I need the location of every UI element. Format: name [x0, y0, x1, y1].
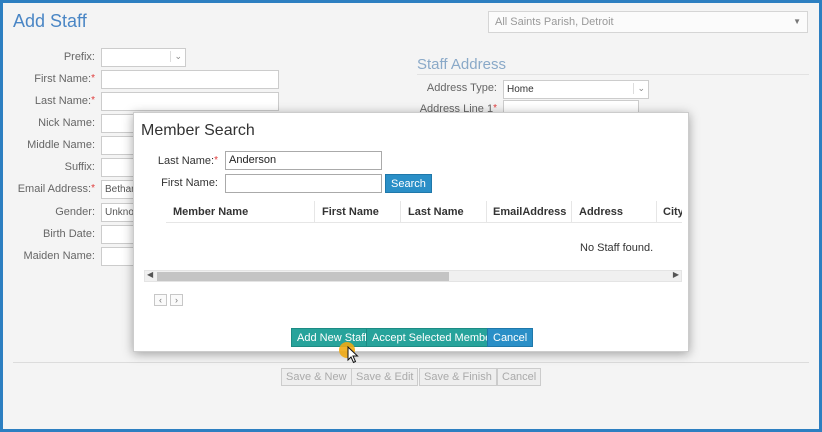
member-search-dialog: Member Search Last Name:* Anderson First…	[133, 112, 689, 352]
column-address[interactable]: Address	[579, 206, 623, 218]
address-type-value: Home	[507, 84, 534, 95]
scrollbar-thumb[interactable]	[157, 272, 449, 281]
column-separator	[400, 201, 401, 222]
parish-select[interactable]: All Saints Parish, Detroit ▼	[488, 11, 808, 33]
column-separator	[486, 201, 487, 222]
column-first-name[interactable]: First Name	[322, 206, 379, 218]
address-type-label: Address Type:	[426, 82, 497, 94]
page-title: Add Staff	[13, 11, 87, 31]
middle-name-label: Middle Name:	[27, 139, 95, 151]
search-button[interactable]: Search	[385, 174, 432, 193]
column-last-name[interactable]: Last Name	[408, 206, 464, 218]
email-label: Email Address:*	[17, 183, 95, 195]
add-new-staff-button[interactable]: Add New Staff	[291, 328, 374, 347]
results-grid-header: Member Name First Name Last Name EmailAd…	[166, 201, 682, 223]
prefix-label: Prefix:	[63, 51, 95, 63]
next-page-icon[interactable]: ›	[170, 294, 183, 306]
parish-select-value: All Saints Parish, Detroit	[495, 16, 614, 28]
dialog-cancel-button[interactable]: Cancel	[487, 328, 534, 347]
last-name-input[interactable]	[101, 92, 279, 111]
column-member-name[interactable]: Member Name	[173, 206, 248, 218]
chevron-down-icon: ⌄	[170, 51, 182, 62]
search-last-name-input[interactable]: Anderson	[225, 151, 382, 170]
column-city[interactable]: City	[663, 206, 682, 218]
mouse-pointer-icon	[347, 346, 359, 364]
save-finish-button[interactable]: Save & Finish	[419, 368, 497, 386]
first-name-input[interactable]	[101, 70, 279, 89]
save-edit-button[interactable]: Save & Edit	[351, 368, 419, 386]
column-separator	[571, 201, 572, 222]
horizontal-scrollbar[interactable]: ◀ ▶	[144, 270, 682, 282]
column-separator	[314, 201, 315, 222]
section-divider	[417, 74, 809, 75]
previous-page-icon[interactable]: ‹	[154, 294, 167, 306]
chevron-down-icon: ⌄	[633, 83, 645, 94]
search-last-name-label: Last Name:*	[157, 155, 218, 167]
scroll-left-icon[interactable]: ◀	[147, 270, 153, 279]
prefix-select[interactable]: ⌄	[101, 48, 186, 67]
app-window: Add Staff All Saints Parish, Detroit ▼ P…	[3, 3, 819, 429]
footer-divider	[13, 362, 809, 363]
search-first-name-label: First Name:	[161, 177, 218, 189]
search-first-name-input[interactable]	[225, 174, 382, 193]
column-separator	[656, 201, 657, 222]
save-new-button[interactable]: Save & New	[281, 368, 352, 386]
staff-address-title: Staff Address	[417, 56, 506, 73]
chevron-down-icon: ▼	[793, 17, 801, 26]
dialog-title: Member Search	[141, 122, 255, 139]
birth-date-label: Birth Date:	[43, 228, 95, 240]
suffix-label: Suffix:	[64, 161, 95, 173]
accept-selected-member-button[interactable]: Accept Selected Member	[366, 328, 501, 347]
gender-label: Gender:	[55, 206, 95, 218]
first-name-label: First Name:*	[34, 73, 95, 85]
footer-cancel-button[interactable]: Cancel	[497, 368, 542, 386]
nick-name-label: Nick Name:	[38, 117, 95, 129]
no-results-message: No Staff found.	[580, 242, 654, 254]
column-email-address[interactable]: EmailAddress	[493, 206, 566, 218]
address-type-select[interactable]: Home ⌄	[503, 80, 649, 99]
last-name-label: Last Name:*	[34, 95, 95, 107]
scroll-right-icon[interactable]: ▶	[673, 270, 679, 279]
maiden-name-label: Maiden Name:	[23, 250, 95, 262]
